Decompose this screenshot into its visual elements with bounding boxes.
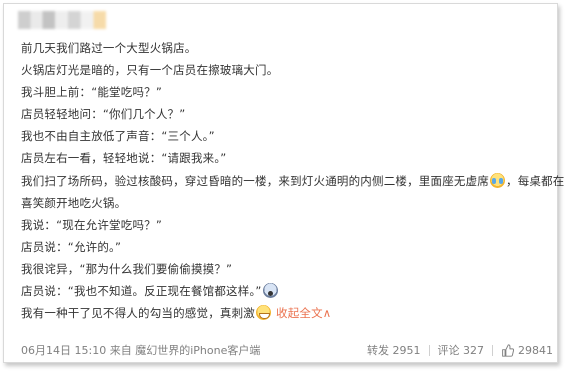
post-line: 我很诧异，“那为什么我们要偷偷摸摸？” — [21, 261, 233, 276]
repost-button[interactable]: 转发 2951 — [367, 342, 421, 358]
source-prefix: 来自 — [109, 344, 132, 357]
post-line: 店员轻轻地问：“你们几个人？” — [21, 107, 186, 122]
like-button[interactable]: 29841 — [501, 344, 553, 357]
post-footer: 06月14日 15:10 来自 魔幻世界的iPhone客户端 转发 2951 评… — [21, 341, 553, 359]
post-body: 前几天我们路过一个大型火锅店。 火锅店灯光是暗的，只有一个店员在擦玻璃大门。 我… — [21, 37, 564, 324]
divider — [492, 344, 493, 356]
crying-laughing-emoji-icon — [490, 172, 505, 188]
post-line: 我们扫了场所码，验过核酸码，穿过昏暗的一楼，来到灯火通明的内侧二楼，里面座无虚席… — [21, 170, 564, 192]
comment-button[interactable]: 评论 327 — [438, 342, 485, 358]
username-blurred[interactable] — [18, 11, 106, 29]
shocked-emoji-icon — [262, 283, 278, 299]
post-meta: 06月14日 15:10 来自 魔幻世界的iPhone客户端 — [21, 342, 260, 358]
post-line-text: ，每桌都在 — [506, 173, 565, 188]
post-line-text: 我有一种干了见不得人的勾当的感觉，真刺激 — [21, 306, 255, 321]
collapse-full-text-link[interactable]: 收起全文∧ — [276, 306, 331, 320]
post-line: 我斗胆上前：“能堂吃吗？” — [21, 85, 163, 100]
post-actions: 转发 2951 评论 327 29841 — [367, 342, 553, 358]
weibo-post-card: 前几天我们路过一个大型火锅店。 火锅店灯光是暗的，只有一个店员在擦玻璃大门。 我… — [3, 3, 564, 363]
grinning-emoji-icon — [256, 305, 271, 321]
post-line: 喜笑颜开地吃火锅。 — [21, 195, 127, 210]
post-date[interactable]: 06月14日 15:10 — [21, 344, 106, 357]
post-line: 火锅店灯光是暗的，只有一个店员在擦玻璃大门。 — [21, 63, 279, 78]
divider — [428, 344, 430, 356]
post-line: 店员左右一看，轻轻地说：“请跟我来。” — [21, 151, 227, 166]
like-count: 29841 — [518, 343, 553, 357]
post-line: 我说：“现在允许堂吃吗？” — [21, 217, 163, 232]
post-line: 我也不由自主放低了声音：“三个人。” — [21, 129, 215, 144]
thumbs-up-icon — [502, 343, 514, 357]
post-line-text: 店员说：“我也不知道。反正现在餐馆都这样。” — [21, 284, 262, 299]
post-line: 店员说：“允许的。” — [21, 239, 122, 254]
post-line: 店员说：“我也不知道。反正现在餐馆都这样。” — [21, 280, 553, 302]
post-line-text: 我们扫了场所码，验过核酸码，穿过昏暗的一楼，来到灯火通明的内侧二楼，里面座无虚席 — [21, 173, 489, 188]
post-source[interactable]: 魔幻世界的iPhone客户端 — [135, 344, 260, 357]
post-line: 我有一种干了见不得人的勾当的感觉，真刺激 收起全文∧ — [21, 302, 553, 324]
post-line: 前几天我们路过一个大型火锅店。 — [21, 41, 197, 55]
